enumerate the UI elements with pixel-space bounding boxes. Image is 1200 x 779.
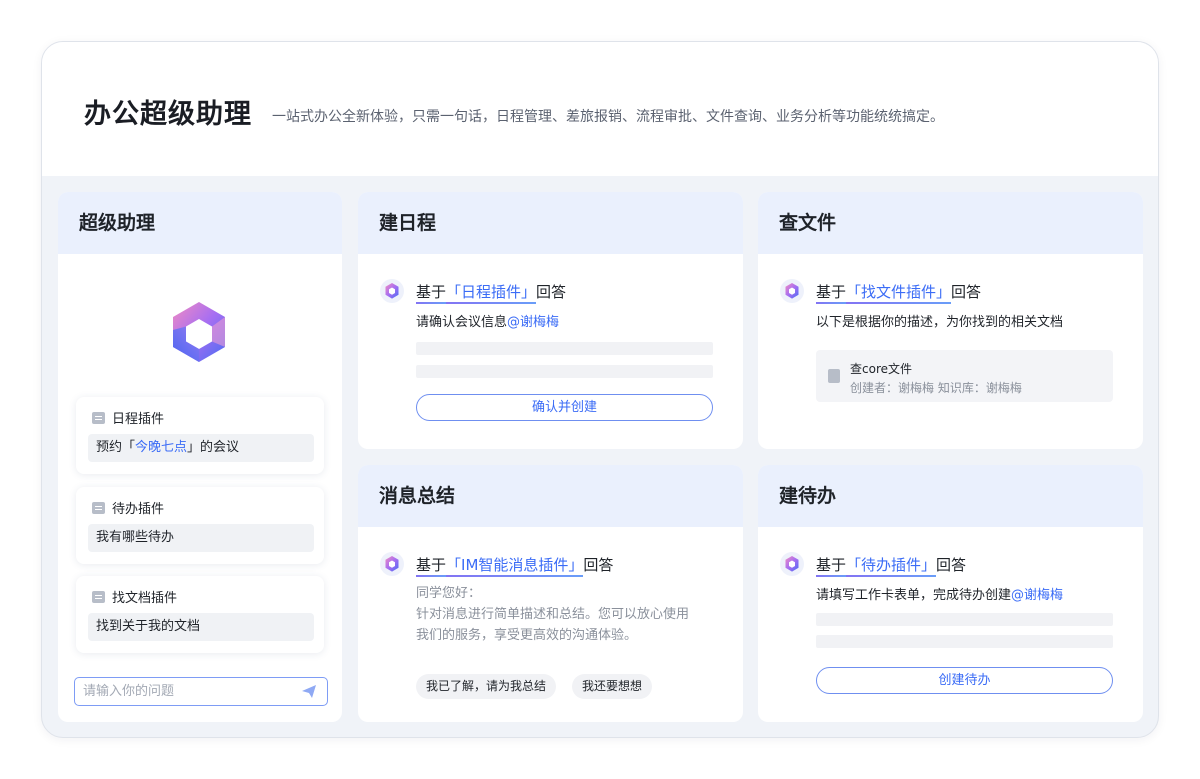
- send-icon[interactable]: [302, 685, 316, 698]
- assistant-title: 超级助理: [58, 192, 342, 254]
- todo-card: 建待办 基于 「待办插件」 回答 请填写工作卡表单，完成待办创建@谢梅梅 创建待办: [758, 465, 1143, 722]
- assistant-panel: 超级助理 日程插件 预约「今晚七点」的会议 待办插件 我有哪些待办 找文档插件 …: [58, 192, 342, 722]
- plugin-card-schedule[interactable]: 日程插件 预约「今晚七点」的会议: [76, 397, 324, 474]
- plugin-link[interactable]: 「找文件插件」: [846, 281, 952, 304]
- file-result[interactable]: 查core文件 创建者：谢梅梅 知识库：谢梅梅: [816, 350, 1113, 402]
- card-title: 消息总结: [358, 465, 743, 527]
- assistant-avatar-icon: [780, 552, 804, 576]
- plugin-prompt[interactable]: 我有哪些待办: [88, 524, 314, 552]
- reply-prefix: 基于: [816, 282, 847, 304]
- calendar-plugin-icon: [92, 411, 105, 424]
- placeholder-line: [816, 635, 1113, 648]
- card-title: 建待办: [758, 465, 1143, 527]
- reply-header: 基于 「IM智能消息插件」 回答: [380, 552, 614, 577]
- reply-prefix: 基于: [416, 282, 447, 304]
- input-placeholder: 请输入你的问题: [83, 684, 175, 699]
- create-todo-button[interactable]: 创建待办: [816, 667, 1113, 694]
- assistant-avatar-icon: [380, 552, 404, 576]
- file-name: 查core文件: [850, 362, 912, 376]
- reply-message: 请确认会议信息@谢梅梅: [416, 315, 560, 330]
- assistant-avatar-icon: [380, 279, 404, 303]
- chip-summarize[interactable]: 我已了解，请为我总结: [416, 674, 557, 699]
- reply-header: 基于 「待办插件」 回答: [780, 552, 967, 577]
- chip-think-more[interactable]: 我还要想想: [572, 674, 653, 699]
- plugin-card-docs[interactable]: 找文档插件 找到关于我的文档: [76, 576, 324, 653]
- file-icon: [828, 369, 840, 383]
- plugin-link[interactable]: 「IM智能消息插件」: [446, 554, 584, 577]
- placeholder-line: [416, 342, 713, 355]
- plugin-card-todo[interactable]: 待办插件 我有哪些待办: [76, 487, 324, 564]
- summary-line: 针对消息进行简单描述和总结。您可以放心使用: [416, 607, 690, 622]
- prompt-text-after: 」的会议: [187, 440, 240, 455]
- reply-header: 基于 「日程插件」 回答: [380, 279, 567, 304]
- plugin-link[interactable]: 「日程插件」: [446, 281, 537, 304]
- reply-prefix: 基于: [816, 555, 847, 577]
- hero-banner: 办公超级助理 一站式办公全新体验，只需一句话，日程管理、差旅报销、流程审批、文件…: [42, 42, 1158, 176]
- reply-message: 请填写工作卡表单，完成待办创建@谢梅梅: [816, 588, 1064, 603]
- confirm-create-button[interactable]: 确认并创建: [416, 394, 713, 421]
- app-frame: 办公超级助理 一站式办公全新体验，只需一句话，日程管理、差旅报销、流程审批、文件…: [41, 41, 1159, 738]
- reply-header: 基于 「找文件插件」 回答: [780, 279, 982, 304]
- files-card: 查文件 基于 「找文件插件」 回答 以下是根据你的描述，为你找到的相关文档 查cor…: [758, 192, 1143, 449]
- reply-message: 以下是根据你的描述，为你找到的相关文档: [816, 315, 1064, 330]
- placeholder-line: [816, 613, 1113, 626]
- reply-suffix: 回答: [951, 282, 982, 301]
- plugin-link[interactable]: 「待办插件」: [846, 554, 937, 577]
- summary-line: 我们的服务，享受更高效的沟通体验。: [416, 628, 638, 643]
- prompt-highlight: 今晚七点: [135, 440, 188, 455]
- plugin-name: 找文档插件: [112, 591, 178, 606]
- page-title: 办公超级助理: [84, 99, 252, 130]
- card-title: 建日程: [358, 192, 743, 254]
- plugin-prompt[interactable]: 预约「今晚七点」的会议: [88, 434, 314, 462]
- prompt-text-before: 预约「: [96, 440, 136, 455]
- reply-suffix: 回答: [536, 282, 567, 301]
- summary-message: 同学您好： 针对消息进行简单描述和总结。您可以放心使用 我们的服务，享受更高效的…: [416, 583, 726, 646]
- card-title: 查文件: [758, 192, 1143, 254]
- assistant-avatar-icon: [780, 279, 804, 303]
- mention-link[interactable]: @谢梅梅: [507, 315, 559, 330]
- summary-card: 消息总结 基于 「IM智能消息插件」 回答 同学您好： 针对消息进行简单描述和总结。…: [358, 465, 743, 722]
- plugin-name: 日程插件: [112, 412, 165, 427]
- checkbox-plugin-icon: [92, 501, 105, 514]
- file-meta: 创建者：谢梅梅 知识库：谢梅梅: [850, 381, 1022, 395]
- summary-greeting: 同学您好：: [416, 586, 482, 601]
- plugin-prompt[interactable]: 找到关于我的文档: [88, 613, 314, 641]
- reply-suffix: 回答: [936, 555, 967, 574]
- reply-prefix: 基于: [416, 555, 447, 577]
- reply-suffix: 回答: [583, 555, 614, 574]
- assistant-logo-icon: [173, 302, 225, 362]
- mention-link[interactable]: @谢梅梅: [1011, 588, 1063, 603]
- schedule-card: 建日程 基于 「日程插件」 回答 请确认会议信息@谢梅梅 确认并创建: [358, 192, 743, 449]
- document-plugin-icon: [92, 590, 105, 603]
- placeholder-line: [416, 365, 713, 378]
- page-subtitle: 一站式办公全新体验，只需一句话，日程管理、差旅报销、流程审批、文件查询、业务分析…: [272, 109, 944, 125]
- question-input[interactable]: 请输入你的问题: [74, 677, 328, 706]
- plugin-name: 待办插件: [112, 502, 165, 517]
